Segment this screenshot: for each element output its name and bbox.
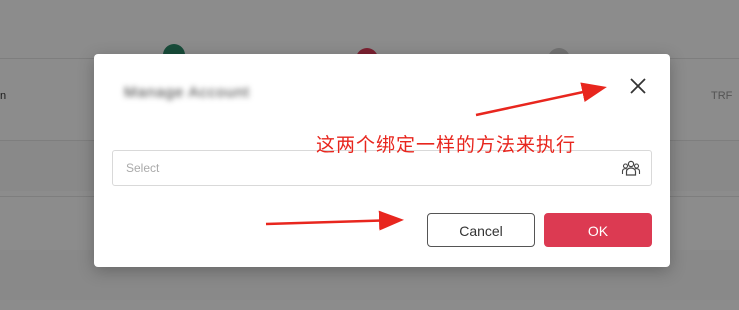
close-button[interactable] (624, 72, 652, 100)
modal-dialog: Manage Account Select Cancel OK (94, 54, 670, 267)
select-placeholder: Select (126, 161, 160, 175)
dialog-title: Manage Account (124, 84, 250, 101)
annotation-text: 这两个绑定一样的方法来执行 (316, 134, 577, 156)
ok-button[interactable]: OK (544, 213, 652, 247)
users-group-icon (621, 160, 641, 176)
cancel-button[interactable]: Cancel (427, 213, 535, 247)
close-icon (630, 78, 646, 94)
